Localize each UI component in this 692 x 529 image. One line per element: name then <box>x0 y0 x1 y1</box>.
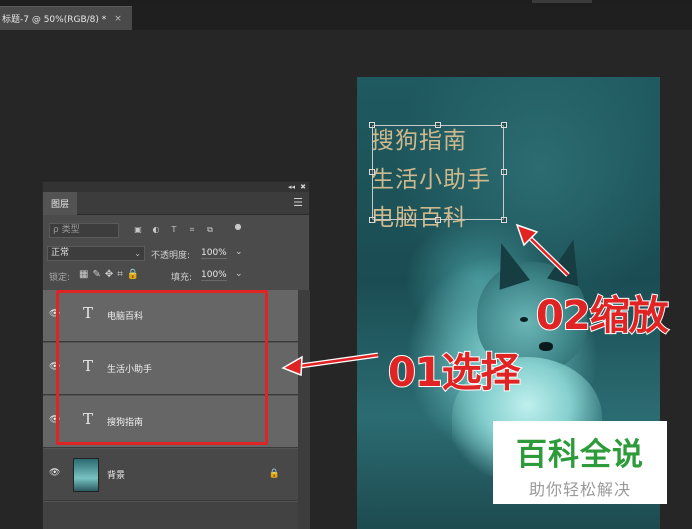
transform-handle-top-right[interactable] <box>501 122 507 128</box>
transform-handle-bottom-right[interactable] <box>501 217 507 223</box>
transform-bounding-box[interactable] <box>372 125 504 220</box>
transform-handle-bottom-middle[interactable] <box>435 217 441 223</box>
image-filter-icon[interactable]: ▣ <box>133 225 143 235</box>
annotation-step-2: 02缩放 <box>535 292 670 340</box>
smart-object-filter-icon[interactable]: ⧉ <box>205 225 215 235</box>
layer-name[interactable]: 背景 <box>107 468 125 481</box>
watermark-title: 百科全说 <box>516 437 644 473</box>
transform-handle-top-middle[interactable] <box>435 122 441 128</box>
dog-nose <box>539 342 553 351</box>
transform-handle-middle-right[interactable] <box>501 169 507 175</box>
layers-scrollbar[interactable] <box>298 290 310 529</box>
transform-handle-top-left[interactable] <box>369 122 375 128</box>
filter-row: ρ 类型 ▣ ◐ T ⌗ ⧉ ● <box>43 219 309 241</box>
lock-icon: 🔒 <box>268 469 280 479</box>
close-tab-icon[interactable]: × <box>114 14 122 24</box>
visibility-eye-icon[interactable]: 👁 <box>49 469 60 478</box>
type-filter-icon[interactable]: T <box>169 225 179 235</box>
adjustment-filter-icon[interactable]: ◐ <box>151 225 161 235</box>
chevron-down-icon: ⌄ <box>134 249 141 258</box>
transform-handle-middle-left[interactable] <box>369 169 375 175</box>
document-tab-title: 标题-7 @ 50%(RGB/8) * <box>2 15 107 25</box>
panel-tabs: 图层 ☰ <box>43 192 309 215</box>
filter-kind-select[interactable]: ρ 类型 <box>49 223 119 238</box>
lock-buttons[interactable]: ▦✎✥⌗🔒 <box>79 269 143 280</box>
panel-header: ◂◂ ✖ <box>43 182 309 192</box>
lock-label: 锁定: <box>49 273 71 283</box>
collapse-panel-icon[interactable]: ◂◂ <box>288 182 295 192</box>
watermark-subtitle: 助你轻松解决 <box>528 480 631 499</box>
dog-ear-right <box>547 235 589 287</box>
blend-mode-value: 正常 <box>51 248 70 258</box>
toggle-filter-icon[interactable]: ● <box>233 222 243 232</box>
dog-eye-left <box>520 317 528 322</box>
selection-highlight-box <box>56 290 268 445</box>
layer-thumbnail <box>73 458 99 492</box>
blend-mode-select[interactable]: 正常 ⌄ <box>47 246 145 261</box>
blend-row: 正常 ⌄ 不透明度: 100% ⌄ <box>43 244 309 264</box>
shape-filter-icon[interactable]: ⌗ <box>187 225 197 235</box>
annotation-step-1: 01选择 <box>387 349 522 397</box>
fill-label: 填充: <box>171 273 193 283</box>
tab-layers[interactable]: 图层 <box>43 192 77 215</box>
opacity-chevron-icon[interactable]: ⌄ <box>235 247 243 257</box>
watermark-logo: 百科全说 助你轻松解决 <box>493 421 667 504</box>
layer-row-background[interactable]: 👁 背景 🔒 <box>43 449 298 501</box>
opacity-label: 不透明度: <box>151 251 191 261</box>
transform-handle-bottom-left[interactable] <box>369 217 375 223</box>
panel-menu-icon[interactable]: ☰ <box>293 196 303 209</box>
lock-row: 锁定: ▦✎✥⌗🔒 填充: 100% ⌄ <box>43 266 309 286</box>
document-tab[interactable]: 标题-7 @ 50%(RGB/8) * × <box>0 6 132 30</box>
close-panel-icon[interactable]: ✖ <box>300 182 306 192</box>
layers-empty-area <box>43 502 298 529</box>
fill-value[interactable]: 100% <box>201 270 227 281</box>
opacity-value[interactable]: 100% <box>201 248 227 259</box>
tab-strip <box>132 6 692 30</box>
fill-chevron-icon[interactable]: ⌄ <box>235 269 243 279</box>
